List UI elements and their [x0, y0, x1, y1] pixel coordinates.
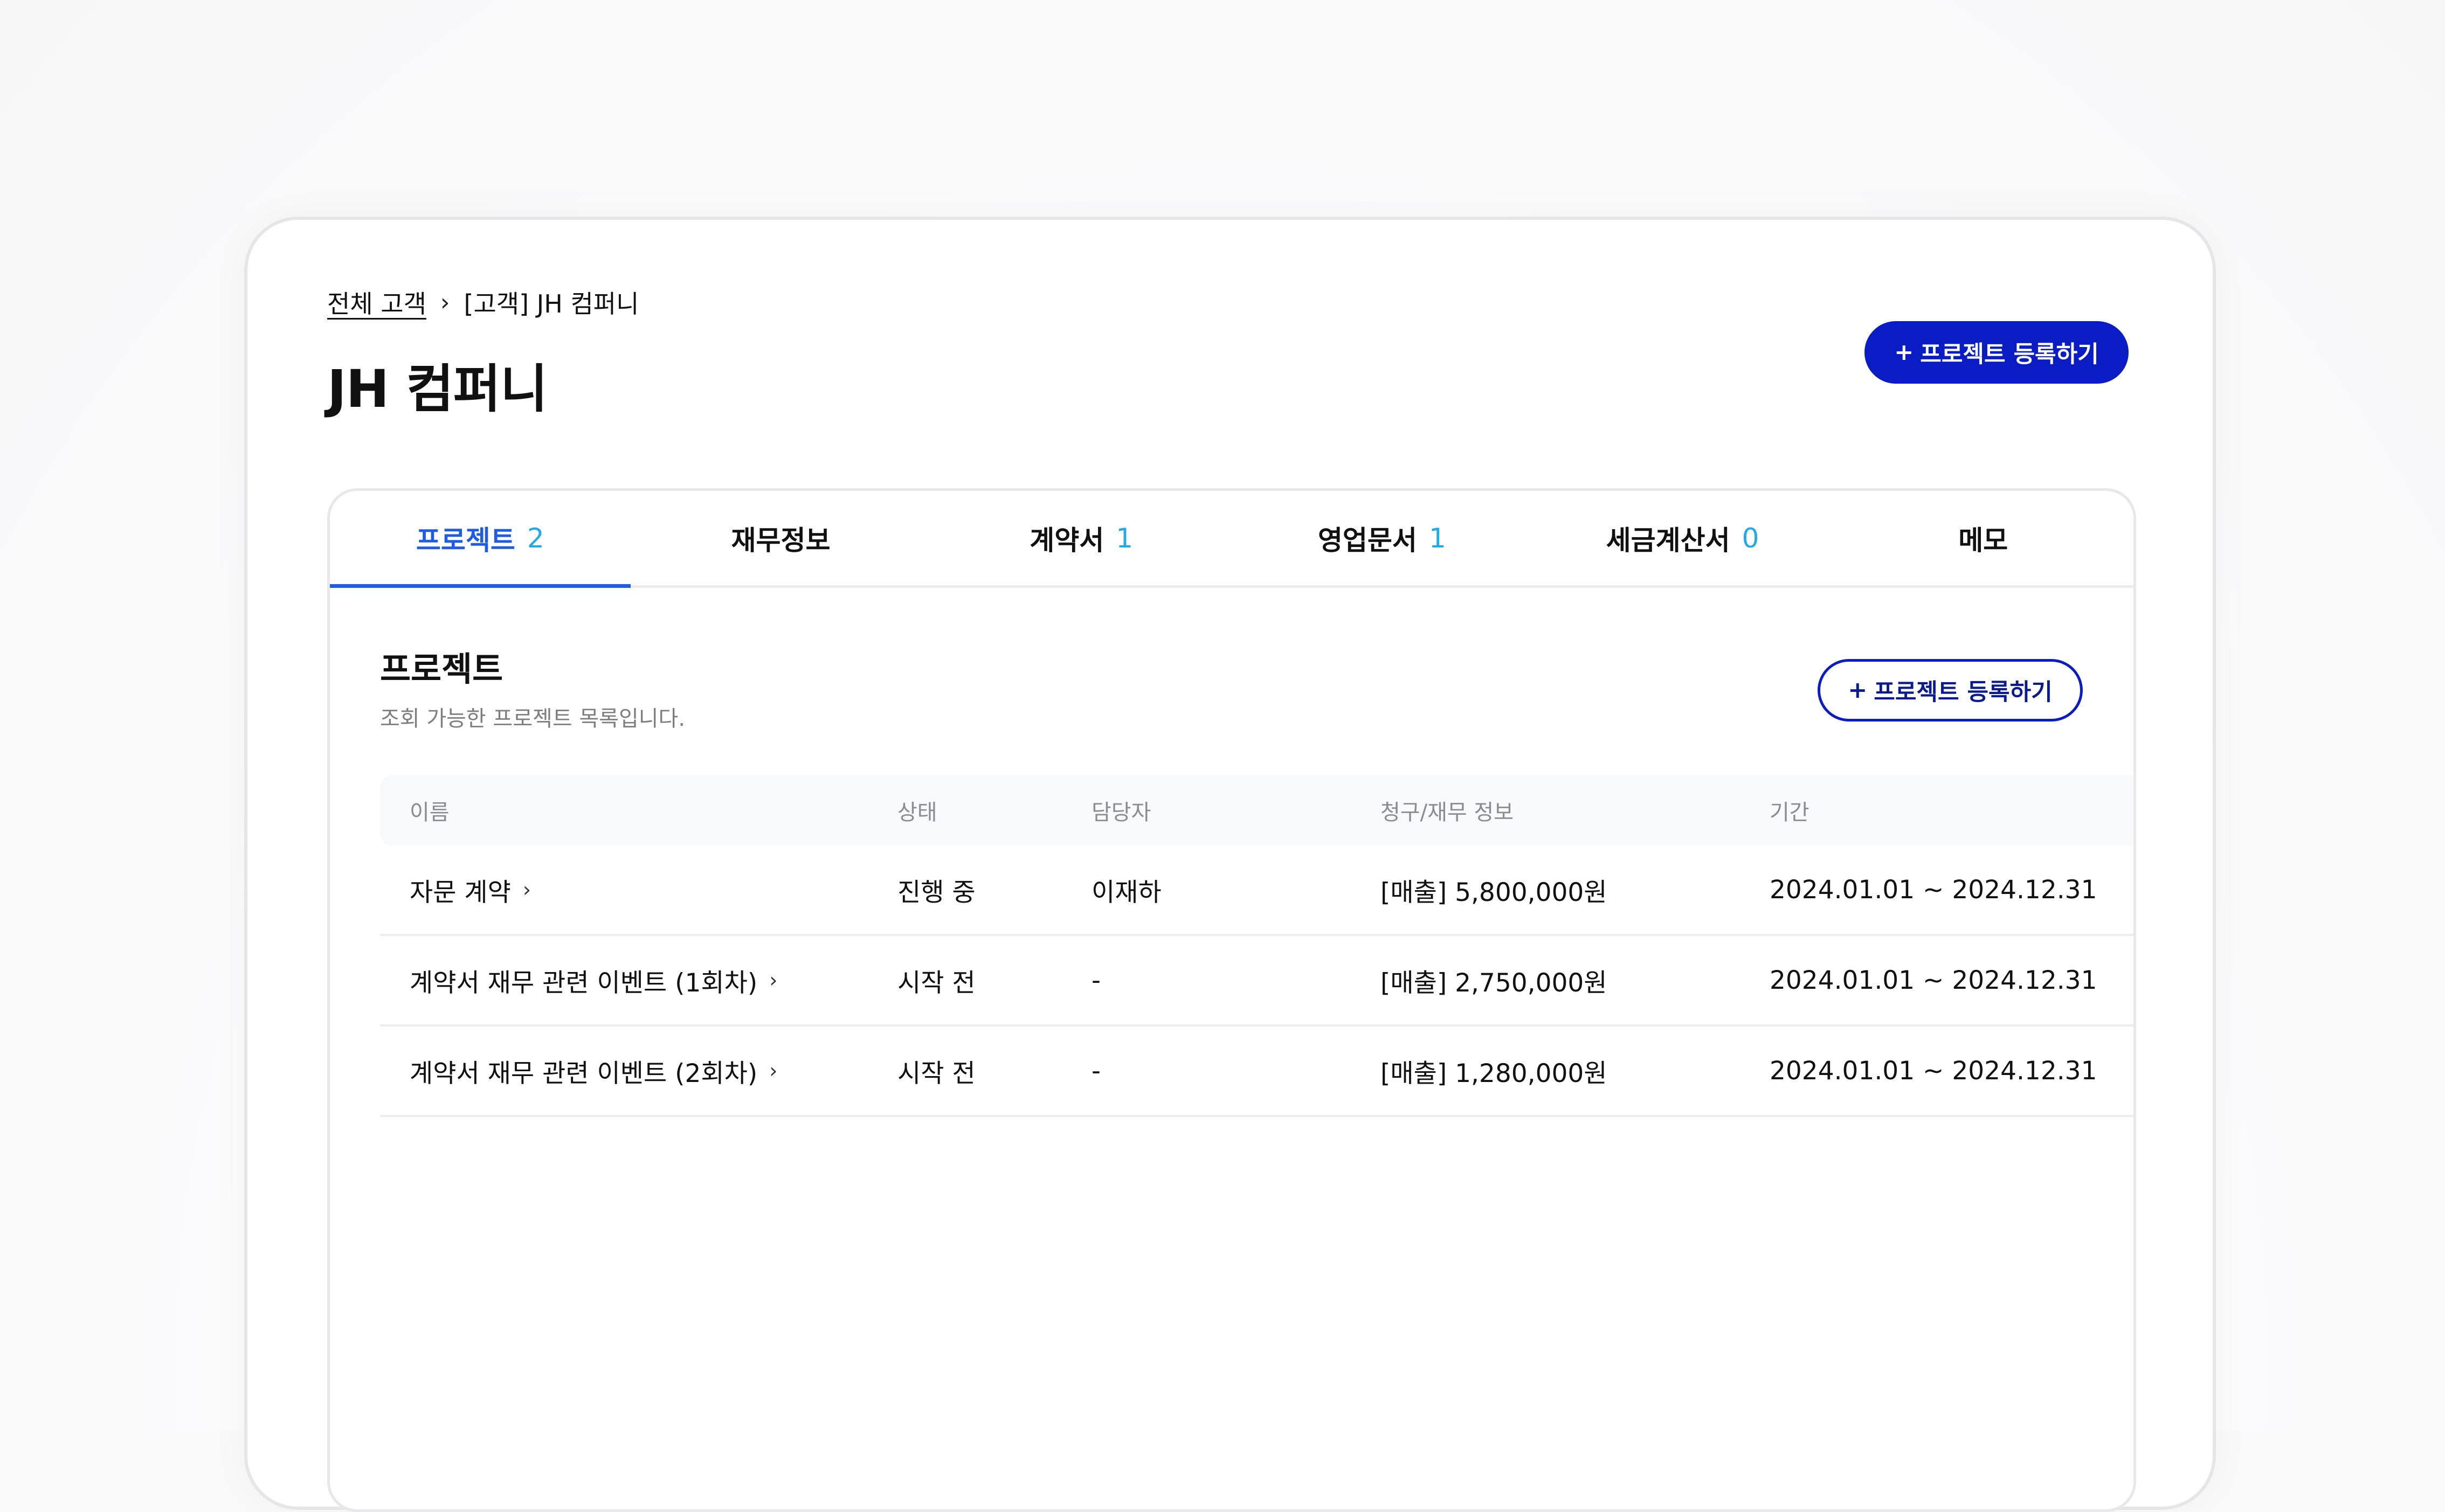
chevron-right-icon: › [769, 968, 778, 992]
project-name: 자문 계약 [410, 877, 511, 907]
register-project-outline-button[interactable]: + 프로젝트 등록하기 [1818, 659, 2083, 722]
project-status: 진행 중 [897, 877, 976, 907]
column-header-status: 상태 [897, 800, 937, 825]
project-status: 시작 전 [897, 968, 976, 998]
tab-contracts[interactable]: 계약서 1 [931, 491, 1232, 585]
project-name-link[interactable]: 계약서 재무 관련 이벤트 (2회차) › [410, 1027, 777, 1115]
breadcrumb: 전체 고객 › [고객] JH 컴퍼니 [327, 285, 639, 320]
project-billing: [매출] 5,800,000원 [1380, 877, 1607, 907]
tab-sales-docs[interactable]: 영업문서 1 [1232, 491, 1532, 585]
project-owner: 이재하 [1092, 877, 1162, 907]
tab-tax-invoices[interactable]: 세금계산서 0 [1532, 491, 1833, 585]
tab-panel: 프로젝트 2 재무정보 계약서 1 영업문서 1 세금계산서 0 메모 프로젝트 [327, 488, 2136, 1512]
tab-label: 영업문서 [1317, 524, 1417, 556]
tab-label: 메모 [1958, 524, 2008, 556]
tab-bar: 프로젝트 2 재무정보 계약서 1 영업문서 1 세금계산서 0 메모 [330, 491, 2133, 588]
project-period: 2024.01.01 ~ 2024.12.31 [1770, 965, 2097, 995]
chevron-right-icon: › [769, 1059, 778, 1083]
project-billing: [매출] 1,280,000원 [1380, 1058, 1607, 1088]
table-row[interactable]: 자문 계약 › 진행 중 이재하 [매출] 5,800,000원 2024.01… [380, 845, 2133, 936]
breadcrumb-current: [고객] JH 컴퍼니 [464, 289, 639, 318]
breadcrumb-all-customers-link[interactable]: 전체 고객 [327, 285, 426, 320]
table-row[interactable]: 계약서 재무 관련 이벤트 (2회차) › 시작 전 - [매출] 1,280,… [380, 1027, 2133, 1117]
project-period: 2024.01.01 ~ 2024.12.31 [1770, 1056, 2097, 1086]
column-header-billing: 청구/재무 정보 [1380, 800, 1514, 825]
register-project-button[interactable]: + 프로젝트 등록하기 [1864, 321, 2129, 384]
tab-memo[interactable]: 메모 [1833, 491, 2133, 585]
section-description: 조회 가능한 프로젝트 목록입니다. [380, 706, 686, 731]
register-project-button-label: 프로젝트 등록하기 [1920, 341, 2099, 368]
column-header-name: 이름 [410, 800, 450, 825]
project-period: 2024.01.01 ~ 2024.12.31 [1770, 875, 2097, 905]
project-name-link[interactable]: 자문 계약 › [410, 845, 531, 934]
tab-finance[interactable]: 재무정보 [631, 491, 931, 585]
project-name: 계약서 재무 관련 이벤트 (1회차) [410, 968, 758, 998]
project-owner: - [1092, 1056, 1101, 1086]
column-header-owner: 담당자 [1092, 800, 1151, 825]
chevron-right-icon: › [440, 288, 450, 316]
column-header-period: 기간 [1770, 800, 1809, 825]
customer-detail-card: 전체 고객 › [고객] JH 컴퍼니 JH 컴퍼니 + 프로젝트 등록하기 프… [244, 217, 2216, 1512]
section-title: 프로젝트 [380, 649, 503, 689]
plus-icon: + [1848, 677, 1868, 704]
chevron-right-icon: › [522, 878, 531, 901]
tab-count: 0 [1742, 522, 1759, 554]
page-title: JH 컴퍼니 [327, 359, 548, 419]
tab-projects[interactable]: 프로젝트 2 [330, 491, 631, 588]
tab-count: 1 [1428, 522, 1446, 554]
tab-count: 1 [1116, 522, 1134, 554]
table-row[interactable]: 계약서 재무 관련 이벤트 (1회차) › 시작 전 - [매출] 2,750,… [380, 936, 2133, 1027]
project-name-link[interactable]: 계약서 재무 관련 이벤트 (1회차) › [410, 936, 777, 1024]
project-billing: [매출] 2,750,000원 [1380, 968, 1607, 998]
register-project-outline-button-label: 프로젝트 등록하기 [1874, 679, 2053, 706]
project-name: 계약서 재무 관련 이벤트 (2회차) [410, 1058, 758, 1088]
tab-label: 계약서 [1030, 524, 1104, 556]
project-owner: - [1092, 965, 1101, 995]
project-status: 시작 전 [897, 1058, 976, 1088]
tab-label: 세금계산서 [1606, 524, 1730, 556]
tab-label: 프로젝트 [416, 524, 515, 556]
tab-label: 재무정보 [731, 524, 831, 556]
table-header: 이름 상태 담당자 청구/재무 정보 기간 [380, 775, 2133, 845]
plus-icon: + [1894, 339, 1914, 366]
tab-count: 2 [527, 522, 544, 554]
projects-table: 이름 상태 담당자 청구/재무 정보 기간 자문 계약 › 진행 중 이재하 [… [380, 775, 2133, 1117]
